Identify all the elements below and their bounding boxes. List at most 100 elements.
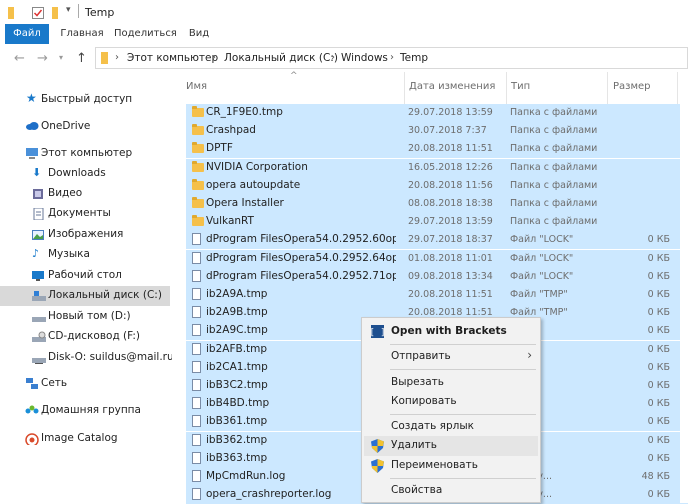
file-type: Папка с файлами: [510, 216, 598, 228]
menu-item-copy[interactable]: Копировать: [364, 392, 538, 412]
file-name: dProgram FilesOpera54.0.2952.71opera_...: [206, 269, 396, 282]
back-arrow-icon[interactable]: ←: [14, 51, 25, 66]
nav-label: Видео: [48, 187, 83, 199]
column-divider[interactable]: [607, 72, 608, 104]
nav-label: Музыка: [48, 248, 90, 260]
menu-label: Open with Brackets: [391, 325, 507, 337]
nav-disk-o[interactable]: Disk-O: suildus@mail.ru (O:: [0, 348, 193, 368]
file-row[interactable]: dProgram FilesOpera54.0.2952.64opera_...…: [186, 249, 688, 268]
properties-icon[interactable]: [32, 7, 44, 19]
tab-file[interactable]: Файл: [5, 24, 49, 44]
nav-local-disk-c[interactable]: Локальный диск (C:): [0, 286, 170, 306]
file-size: 0 КБ: [647, 416, 670, 428]
file-row[interactable]: dProgram FilesOpera54.0.2952.60opera_...…: [186, 231, 688, 250]
file-date: 08.08.2018 18:38: [408, 198, 493, 209]
new-folder-icon[interactable]: [50, 7, 62, 19]
nav-documents[interactable]: Документы: [0, 204, 170, 224]
nav-desktop[interactable]: Рабочий стол: [0, 266, 170, 286]
menu-label: Копировать: [391, 395, 457, 407]
nav-label: Image Catalog: [41, 432, 118, 444]
brackets-icon: [ ]: [371, 325, 384, 338]
nav-pictures[interactable]: Изображения: [0, 225, 170, 245]
forward-arrow-icon[interactable]: →: [37, 51, 48, 66]
tab-share[interactable]: Поделиться: [114, 24, 177, 44]
nav-downloads[interactable]: ⬇ Downloads: [0, 164, 170, 184]
menu-item-delete[interactable]: Удалить: [364, 436, 538, 456]
breadcrumb-temp[interactable]: Temp: [400, 52, 428, 64]
menu-separator: [390, 344, 536, 345]
file-row[interactable]: Crashpad 30.07.2018 7:37 Папка с файлами: [186, 122, 688, 141]
vertical-scrollbar[interactable]: [680, 72, 688, 503]
file-type: Папка с файлами: [510, 125, 598, 137]
file-row[interactable]: ib2A9A.tmp 20.08.2018 11:51 Файл "TMP" 0 КБ: [186, 286, 688, 304]
tab-view[interactable]: Вид: [184, 24, 214, 44]
customize-toolbar-icon[interactable]: ▾: [66, 5, 71, 15]
breadcrumb-separator[interactable]: ›: [331, 52, 335, 63]
nav-homegroup[interactable]: Домашняя группа: [0, 401, 170, 421]
sort-ascending-icon: ^: [290, 71, 298, 81]
breadcrumb-separator[interactable]: ›: [115, 52, 119, 63]
breadcrumb-separator[interactable]: ›: [212, 52, 216, 63]
context-menu: [ ] Open with Brackets Отправить › Вырез…: [361, 317, 541, 503]
nav-label: Сеть: [41, 377, 68, 389]
breadcrumb-local-disk[interactable]: Локальный диск (C:): [224, 52, 338, 64]
nav-label: CD-дисковод (F:): [48, 330, 140, 342]
nav-label: Disk-O: suildus@mail.ru (O:: [48, 351, 193, 363]
nav-music[interactable]: ♪ Музыка: [0, 245, 170, 265]
file-type: Файл "LOCK": [510, 252, 574, 264]
file-row[interactable]: DPTF 20.08.2018 11:51 Папка с файлами: [186, 140, 688, 159]
ribbon-tabs: Файл Главная Поделиться Вид: [0, 24, 688, 45]
file-size: 0 КБ: [647, 234, 670, 246]
file-date: 01.08.2018 11:01: [408, 252, 493, 264]
nav-onedrive[interactable]: OneDrive: [0, 117, 170, 137]
recent-locations-icon[interactable]: ▾: [59, 53, 63, 62]
column-divider[interactable]: [677, 72, 678, 104]
file-row[interactable]: Opera Installer 08.08.2018 18:38 Папка с ф…: [186, 195, 688, 213]
nav-quick-access[interactable]: ★ Быстрый доступ: [0, 90, 170, 110]
up-arrow-icon[interactable]: ↑: [76, 51, 87, 66]
menu-item-properties[interactable]: Свойства: [364, 481, 538, 501]
file-size: 0 КБ: [647, 489, 670, 501]
file-row[interactable]: opera autoupdate 20.08.2018 11:56 Папка с …: [186, 176, 688, 195]
nav-videos[interactable]: Видео: [0, 184, 170, 204]
menu-item-open-with-brackets[interactable]: [ ] Open with Brackets: [364, 322, 538, 342]
menu-item-send-to[interactable]: Отправить ›: [364, 347, 538, 367]
nav-cd-drive-f[interactable]: CD-дисковод (F:): [0, 327, 170, 347]
nav-image-catalog[interactable]: Image Catalog: [0, 429, 170, 449]
breadcrumb-separator[interactable]: ›: [390, 52, 394, 63]
file-icon: [192, 324, 201, 337]
file-row[interactable]: VulkanRT 29.07.2018 13:59 Папка с файлами: [186, 213, 688, 232]
folder-icon: [192, 160, 204, 172]
file-row[interactable]: CR_1F9E0.tmp 29.07.2018 13:59 Папка с файл…: [186, 104, 688, 122]
nav-new-volume-d[interactable]: Новый том (D:): [0, 307, 170, 327]
column-divider[interactable]: [404, 72, 405, 104]
file-date: 29.07.2018 13:59: [408, 216, 493, 228]
menu-item-create-shortcut[interactable]: Создать ярлык: [364, 417, 538, 437]
address-bar[interactable]: › Этот компьютер › Локальный диск (C:) ›…: [95, 47, 688, 69]
tab-home[interactable]: Главная: [57, 24, 107, 44]
breadcrumb-this-pc[interactable]: Этот компьютер: [127, 52, 218, 64]
file-date: 20.08.2018 11:56: [408, 179, 493, 191]
uac-shield-icon: [371, 459, 384, 473]
file-size: 0 КБ: [647, 289, 670, 300]
column-divider[interactable]: [506, 72, 507, 104]
breadcrumb-windows[interactable]: Windows: [341, 52, 388, 64]
folder-icon: [192, 124, 204, 136]
file-icon: [192, 397, 201, 410]
nav-this-pc[interactable]: Этот компьютер: [0, 144, 170, 164]
menu-label: Вырезать: [391, 376, 444, 388]
column-header-type[interactable]: Тип: [511, 81, 530, 92]
cloud-icon: [26, 122, 39, 130]
menu-item-cut[interactable]: Вырезать: [364, 373, 538, 393]
file-row[interactable]: dProgram FilesOpera54.0.2952.71opera_...…: [186, 267, 688, 286]
file-date: 29.07.2018 13:59: [408, 107, 493, 118]
network-icon: [26, 378, 38, 389]
column-header-date[interactable]: Дата изменения: [409, 81, 495, 92]
folder-icon: [8, 7, 14, 19]
column-header-size[interactable]: Размер: [613, 81, 651, 92]
nav-network[interactable]: Сеть: [0, 374, 170, 394]
file-row[interactable]: NVIDIA Corporation 16.05.2018 12:26 Папка …: [186, 158, 688, 177]
column-header-name[interactable]: Имя: [186, 81, 207, 92]
menu-label: Отправить: [391, 350, 451, 362]
menu-item-rename[interactable]: Переименовать: [364, 456, 538, 476]
